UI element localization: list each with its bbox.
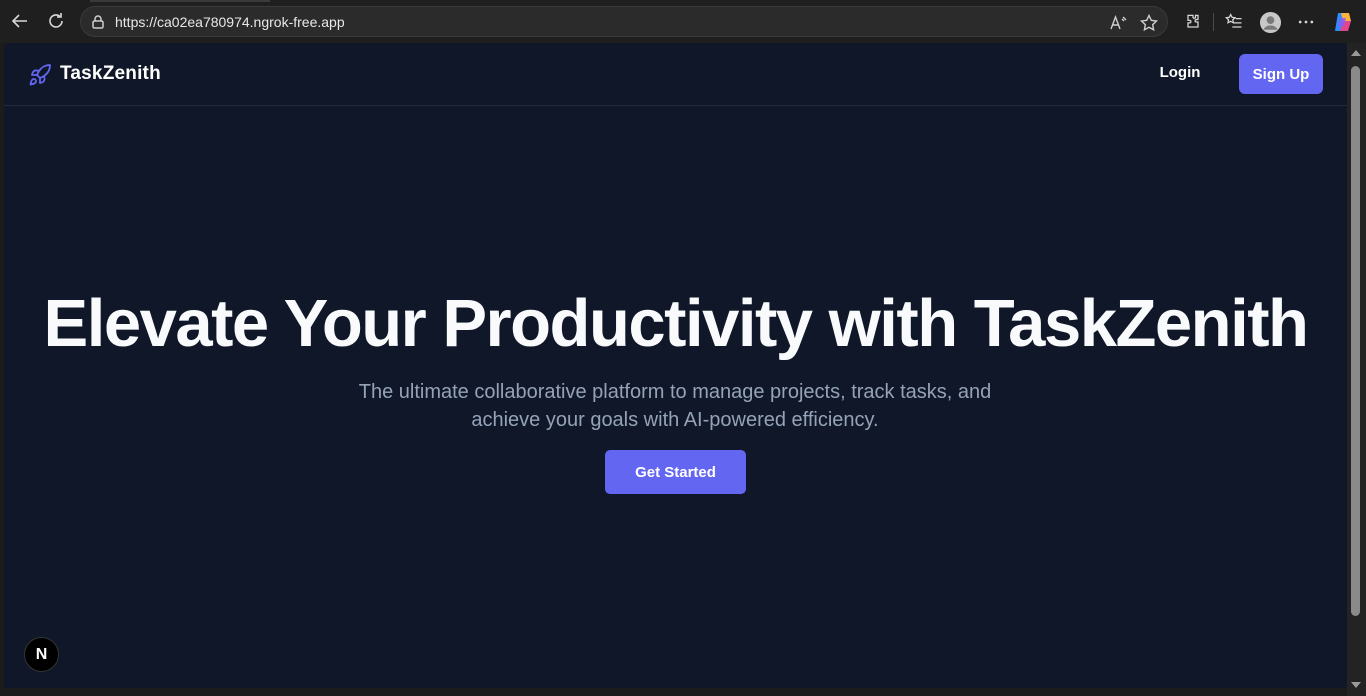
url-text[interactable]: https://ca02ea780974.ngrok-free.app xyxy=(115,14,345,30)
more-options-icon[interactable] xyxy=(1294,10,1318,34)
address-bar[interactable]: https://ca02ea780974.ngrok-free.app xyxy=(80,6,1168,37)
hero-subtitle: The ultimate collaborative platform to m… xyxy=(358,381,992,431)
get-started-button[interactable]: Get Started xyxy=(605,450,746,494)
window-bottom-edge xyxy=(0,688,1347,696)
login-button[interactable]: Login xyxy=(1150,64,1210,84)
nextjs-dev-badge[interactable]: N xyxy=(24,637,59,672)
page-viewport: TaskZenith Login Sign Up Elevate Your Pr… xyxy=(4,43,1347,688)
back-arrow-icon[interactable] xyxy=(7,8,33,34)
favorites-list-icon[interactable] xyxy=(1222,10,1246,34)
lock-icon[interactable] xyxy=(89,13,107,31)
scrollbar-thumb[interactable] xyxy=(1351,66,1360,616)
rocket-icon xyxy=(28,63,52,87)
browser-toolbar: https://ca02ea780974.ngrok-free.app xyxy=(0,0,1366,43)
tab-strip-edge xyxy=(90,0,270,2)
hero-title: Elevate Your Productivity with TaskZenit… xyxy=(43,286,1309,361)
extensions-icon[interactable] xyxy=(1181,10,1205,34)
toolbar-separator xyxy=(1213,13,1214,31)
brand-name[interactable]: TaskZenith xyxy=(60,63,161,85)
favorite-star-icon[interactable] xyxy=(1139,13,1159,33)
refresh-icon[interactable] xyxy=(43,8,69,34)
site-header: TaskZenith Login Sign Up xyxy=(4,43,1347,106)
signup-button[interactable]: Sign Up xyxy=(1239,54,1323,94)
scroll-down-arrow-icon[interactable] xyxy=(1351,682,1361,688)
copilot-icon[interactable] xyxy=(1331,10,1355,34)
read-aloud-icon[interactable] xyxy=(1108,13,1128,33)
profile-avatar-icon[interactable] xyxy=(1258,10,1282,34)
scroll-up-arrow-icon[interactable] xyxy=(1351,50,1361,56)
